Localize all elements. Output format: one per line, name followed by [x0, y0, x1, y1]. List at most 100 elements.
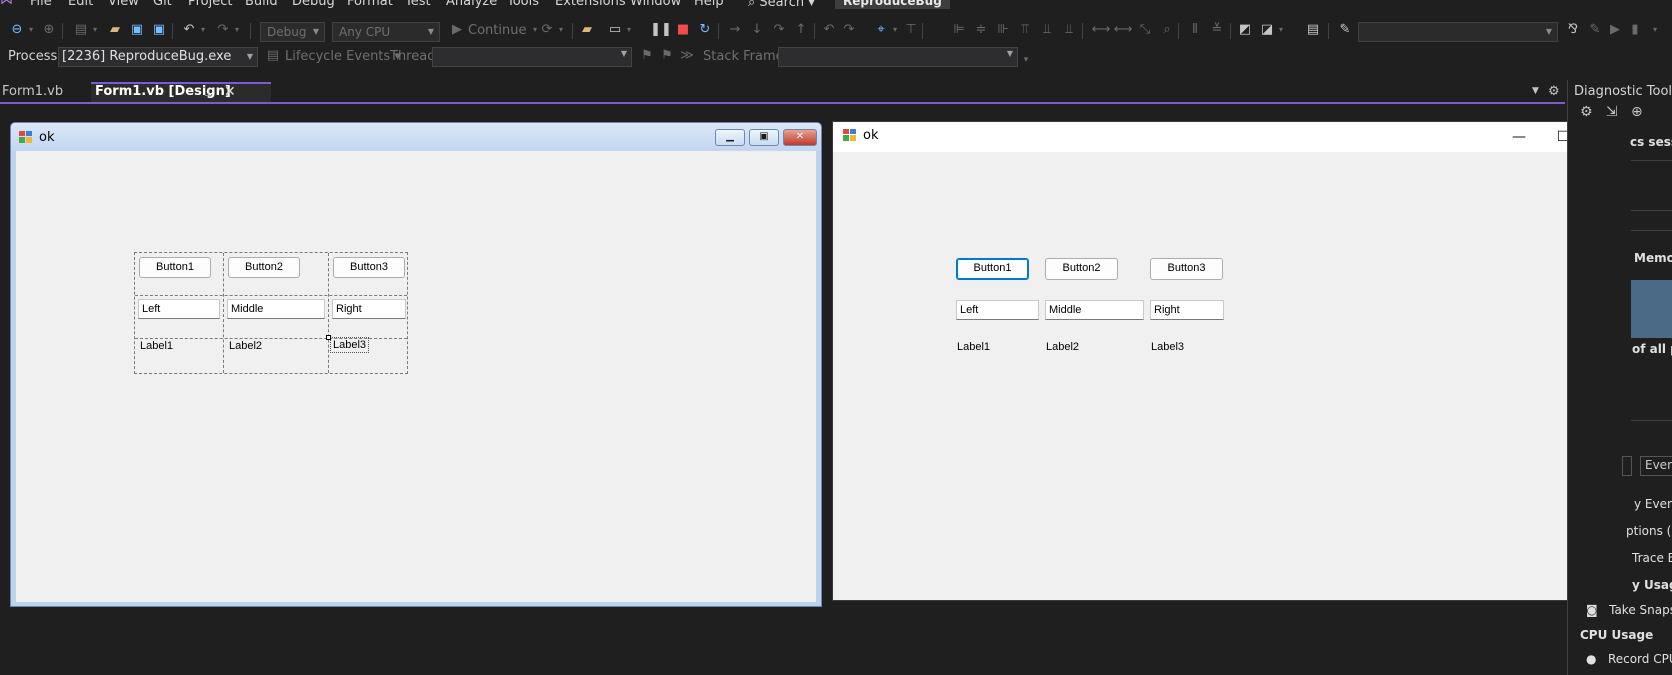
undo-dropdown-icon[interactable]: ▾	[198, 21, 208, 39]
flag-all-icon[interactable]: ⚑	[658, 47, 676, 65]
menu-project[interactable]: Project	[188, 0, 232, 9]
settings-icon[interactable]: ⚙	[1580, 104, 1593, 120]
step-out-icon[interactable]: ↑	[792, 21, 810, 39]
designer-textbox-right[interactable]: Right	[332, 299, 406, 319]
toolbar-search-combo[interactable]: ▼	[1358, 22, 1558, 42]
menu-tools[interactable]: Tools	[507, 0, 539, 9]
zoom-icon[interactable]: ⌕	[1158, 21, 1176, 39]
make-same-width-icon[interactable]: ⟷	[1092, 21, 1111, 39]
save-all-icon[interactable]: ▣	[150, 21, 168, 39]
designer-form-titlebar[interactable]: ok ▁ ▣ ✕	[11, 123, 821, 151]
new-project-icon[interactable]: ▤	[72, 21, 90, 39]
menu-view[interactable]: View	[108, 0, 139, 9]
restart-icon[interactable]: ↻	[696, 21, 714, 39]
stop-icon[interactable]: ■	[674, 21, 692, 39]
table-layout-panel[interactable]: Button1 Button2 Button3 Left Middle Righ…	[134, 252, 408, 374]
navigate-back-icon[interactable]: ⊖	[8, 21, 26, 39]
hot-reload-dropdown-icon[interactable]: ▾	[556, 21, 566, 39]
stack-frame-dropdown[interactable]: ▼	[778, 47, 1018, 67]
format-icon[interactable]: ⅋	[1564, 21, 1582, 39]
designer-label1[interactable]: Label1	[140, 339, 173, 353]
browser-dropdown-icon[interactable]: ▾	[624, 21, 634, 39]
events-fragment[interactable]: y Events	[1634, 497, 1672, 511]
order-dropdown-icon[interactable]: ▾	[1276, 21, 1286, 39]
designer-label2[interactable]: Label2	[229, 339, 262, 353]
record-cpu-button[interactable]: ● Record CPU	[1586, 652, 1672, 666]
bring-to-front-icon[interactable]: ◩	[1236, 21, 1254, 39]
align-lefts-icon[interactable]: ⊫	[950, 21, 968, 39]
designer-button1[interactable]: Button1	[139, 257, 211, 278]
run-icon[interactable]: ▶	[1606, 21, 1624, 39]
menu-file[interactable]: File	[30, 0, 52, 9]
resize-handle[interactable]	[326, 335, 331, 340]
select-dropdown-icon[interactable]: ▾	[890, 21, 900, 39]
menu-git[interactable]: Git	[153, 0, 172, 9]
step-into-icon[interactable]: ↓	[748, 21, 766, 39]
lifecycle-events-dropdown[interactable]: Lifecycle Events ▾	[285, 49, 401, 64]
make-same-height-icon[interactable]: ⟷	[1114, 21, 1133, 39]
show-next-statement-icon[interactable]: →	[726, 21, 744, 39]
running-textbox-middle[interactable]: Middle	[1045, 300, 1144, 320]
search-box[interactable]: ⌕ Search ▾	[748, 0, 815, 10]
snapshot-button[interactable]: ◙ Take Snapsho	[1586, 603, 1672, 617]
gear-icon[interactable]: ⚙	[1548, 84, 1560, 99]
flag-thread-icon[interactable]: ⚑	[638, 47, 656, 65]
tab-order-icon[interactable]: ▤	[1304, 21, 1322, 39]
open-folder-icon[interactable]: ▰	[106, 21, 124, 39]
menu-edit[interactable]: Edit	[68, 0, 93, 9]
designer-label3-selected[interactable]: Label3	[329, 337, 370, 353]
designer-textbox-left[interactable]: Left	[138, 299, 220, 319]
align-tops-icon[interactable]: ⫪	[1016, 21, 1034, 39]
designer-button3[interactable]: Button3	[333, 257, 405, 278]
export-icon[interactable]: ⇲	[1606, 104, 1618, 120]
size-to-grid-icon[interactable]: ⤡	[1136, 21, 1154, 39]
designer-button2[interactable]: Button2	[228, 257, 300, 278]
tab-form1-vb[interactable]: Form1.vb	[0, 82, 88, 102]
menu-window[interactable]: Window	[630, 0, 681, 9]
step-over-icon[interactable]: ↷	[770, 21, 788, 39]
running-textbox-left[interactable]: Left	[956, 300, 1039, 320]
designer-textbox-middle[interactable]: Middle	[227, 299, 325, 319]
visual-studio-logo-icon[interactable]: ⋈	[0, 0, 14, 8]
pause-icon[interactable]: ❚❚	[650, 21, 672, 39]
running-form-window[interactable]: ok — ☐ ✕ Button1 Button2 Button3 Left Mi…	[832, 121, 1632, 601]
exceptions-fragment[interactable]: ptions (C	[1626, 524, 1672, 538]
continue-button[interactable]: Continue	[468, 23, 526, 38]
align-bottoms-icon[interactable]: ⫫	[1060, 21, 1078, 39]
save-icon[interactable]: ▣	[128, 21, 146, 39]
designer-form-window[interactable]: ok ▁ ▣ ✕ Button1 Button2 Button3 Left Mi…	[10, 122, 822, 607]
back-dropdown-icon[interactable]: ▾	[26, 21, 36, 39]
menu-help[interactable]: Help	[694, 0, 724, 9]
lasso-select-icon[interactable]: ⌖	[872, 21, 890, 39]
running-button2[interactable]: Button2	[1045, 258, 1118, 280]
zoom-in-icon[interactable]: ⊕	[1631, 104, 1643, 120]
code-cleanup-icon[interactable]: ✎	[1336, 21, 1354, 39]
menu-analyze[interactable]: Analyze	[446, 0, 497, 9]
process-dropdown[interactable]: [2236] ReproduceBug.exe ▼	[58, 47, 258, 67]
undo-icon[interactable]: ↶	[180, 21, 198, 39]
menu-build[interactable]: Build	[245, 0, 278, 9]
align-centers-icon[interactable]: ≑	[972, 21, 990, 39]
align-to-grid-icon[interactable]: ⊤	[902, 21, 920, 39]
maximize-icon[interactable]: ▣	[749, 129, 779, 146]
redo-dropdown-icon[interactable]: ▾	[232, 21, 242, 39]
continue-icon[interactable]: ▶	[448, 21, 466, 39]
designer-form-client[interactable]: Button1 Button2 Button3 Left Middle Righ…	[16, 151, 816, 602]
platform-dropdown[interactable]: Any CPU ▼	[332, 22, 440, 42]
stop-run-icon[interactable]: ▮	[1626, 21, 1644, 39]
toolbar-overflow-icon[interactable]: ▾	[1020, 51, 1032, 69]
open-explorer-icon[interactable]: ▰	[578, 21, 596, 39]
minimize-icon[interactable]: —	[1499, 126, 1539, 148]
menu-test[interactable]: Test	[405, 0, 431, 9]
hot-reload-icon[interactable]: ⟳	[538, 21, 556, 39]
navigate-forward-icon[interactable]: ⊕	[40, 21, 58, 39]
vertical-spacing-icon[interactable]: ≚	[1208, 21, 1226, 39]
align-rights-icon[interactable]: ⊪	[994, 21, 1012, 39]
tab-list-dropdown-icon[interactable]: ▼	[1532, 86, 1539, 96]
running-textbox-right[interactable]: Right	[1150, 300, 1224, 320]
redo-icon[interactable]: ↷	[214, 21, 232, 39]
horizontal-spacing-icon[interactable]: ⫴	[1186, 21, 1204, 39]
trace-fragment[interactable]: Trace E	[1632, 551, 1672, 565]
align-middles-icon[interactable]: ⫫	[1038, 21, 1056, 39]
menu-extensions[interactable]: Extensions	[555, 0, 626, 9]
